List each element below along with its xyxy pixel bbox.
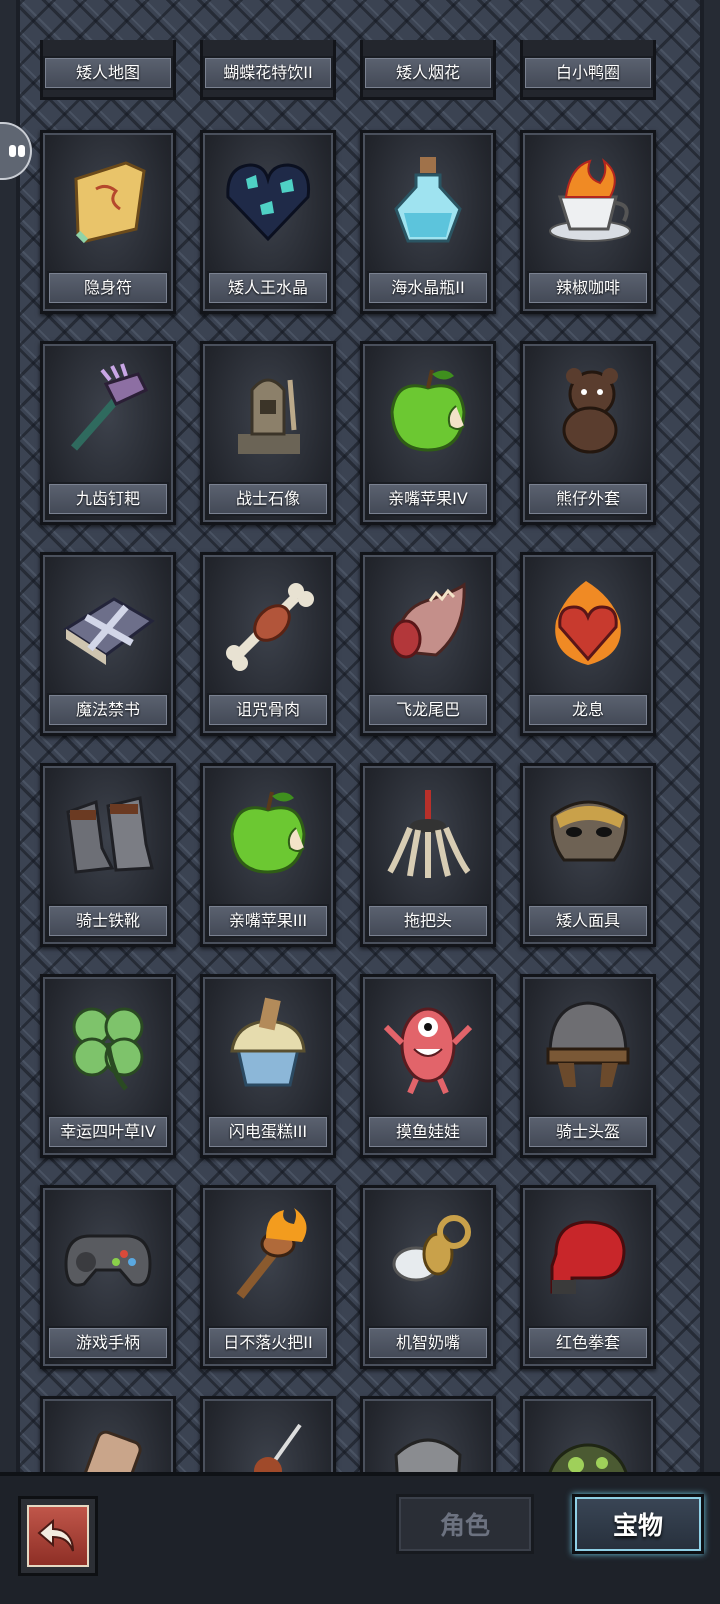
green-orb-icon (534, 1413, 642, 1472)
treasure-card[interactable] (40, 1396, 176, 1472)
treasure-label: 矮人王水晶 (207, 271, 329, 305)
treasure-card[interactable] (200, 1396, 336, 1472)
treasure-grid: 矮人地图 蝴蝶花特饮II 矮人烟花 白小鸭圈 隐身符 矮人王水晶 海水晶瓶II 辣椒咖啡九齿… (16, 0, 704, 1472)
treasure-label: 拖把头 (367, 904, 489, 938)
treasure-label: 战士石像 (207, 482, 329, 516)
treasure-card[interactable]: 战士石像 (200, 341, 336, 525)
treasure-card[interactable]: 机智奶嘴 (360, 1185, 496, 1369)
back-arrow-icon (27, 1505, 89, 1567)
treasure-card[interactable]: 亲嘴苹果III (200, 763, 336, 947)
treasure-label: 亲嘴苹果III (207, 904, 329, 938)
treasure-card[interactable]: 熊仔外套 (520, 341, 656, 525)
coffee-cup-icon (534, 147, 642, 255)
treasure-card[interactable]: 矮人王水晶 (200, 130, 336, 314)
treasure-card[interactable]: 摸鱼娃娃 (360, 974, 496, 1158)
teddy-bear-icon (534, 358, 642, 466)
treasure-card[interactable]: 日不落火把II (200, 1185, 336, 1369)
scroll-icon (54, 147, 162, 255)
treasure-card[interactable]: 骑士头盔 (520, 974, 656, 1158)
treasure-label: 隐身符 (47, 271, 169, 305)
rake-icon (54, 358, 162, 466)
treasure-card[interactable]: 诅咒骨肉 (200, 552, 336, 736)
treasure-card[interactable] (520, 1396, 656, 1472)
pink-doll-icon (374, 991, 482, 1099)
treasure-label: 机智奶嘴 (367, 1326, 489, 1360)
treasure-card[interactable]: 隐身符 (40, 130, 176, 314)
treasure-card[interactable]: 拖把头 (360, 763, 496, 947)
toggle-dot (18, 145, 25, 157)
treasure-label: 游戏手柄 (47, 1326, 169, 1360)
grid-scroll-area[interactable]: 矮人地图 蝴蝶花特饮II 矮人烟花 白小鸭圈 隐身符 矮人王水晶 海水晶瓶II 辣椒咖啡九齿… (20, 0, 700, 1472)
treasure-card[interactable]: 魔法禁书 (40, 552, 176, 736)
green-apple-icon (214, 780, 322, 888)
cupcake-icon (214, 991, 322, 1099)
treasure-label: 九齿钉耙 (47, 482, 169, 516)
treasure-label: 闪电蛋糕III (207, 1115, 329, 1149)
treasure-label: 海水晶瓶II (367, 271, 489, 305)
boxing-glove-icon (534, 1202, 642, 1310)
treasure-card[interactable]: 亲嘴苹果IV (360, 341, 496, 525)
treasure-card[interactable]: 幸运四叶草IV (40, 974, 176, 1158)
clover-icon (54, 991, 162, 1099)
treasure-label: 飞龙尾巴 (367, 693, 489, 727)
tab-treasure[interactable]: 宝物 (572, 1494, 704, 1554)
mask-icon (534, 780, 642, 888)
treasure-label: 骑士头盔 (527, 1115, 649, 1149)
treasure-label: 矮人烟花 (363, 56, 493, 90)
treasure-label: 红色拳套 (527, 1326, 649, 1360)
treasure-card[interactable]: 游戏手柄 (40, 1185, 176, 1369)
treasure-label: 白小鸭圈 (523, 56, 653, 90)
treasure-card[interactable]: 闪电蛋糕III (200, 974, 336, 1158)
skewer-icon (214, 1413, 322, 1472)
treasure-label: 幸运四叶草IV (47, 1115, 169, 1149)
treasure-label: 日不落火把II (207, 1326, 329, 1360)
treasure-card[interactable] (360, 1396, 496, 1472)
treasure-card[interactable]: 矮人面具 (520, 763, 656, 947)
flaming-heart-icon (534, 569, 642, 677)
warrior-statue-icon (214, 358, 322, 466)
crystal-heart-icon (214, 147, 322, 255)
potion-bottle-icon (374, 147, 482, 255)
iron-boots-icon (54, 780, 162, 888)
treasure-label: 诅咒骨肉 (207, 693, 329, 727)
mop-head-icon (374, 780, 482, 888)
treasure-label: 熊仔外套 (527, 482, 649, 516)
gamepad-icon (54, 1202, 162, 1310)
treasure-card[interactable]: 辣椒咖啡 (520, 130, 656, 314)
pacifier-icon (374, 1202, 482, 1310)
toggle-dot (9, 145, 16, 157)
back-button[interactable] (18, 1496, 98, 1576)
tab-role[interactable]: 角色 (396, 1494, 534, 1554)
treasure-label: 摸鱼娃娃 (367, 1115, 489, 1149)
treasure-card[interactable]: 九齿钉耙 (40, 341, 176, 525)
treasure-label: 蝴蝶花特饮II (203, 56, 333, 90)
treasure-label: 矮人地图 (43, 56, 173, 90)
treasure-label: 骑士铁靴 (47, 904, 169, 938)
torch-icon (214, 1202, 322, 1310)
treasure-label: 魔法禁书 (47, 693, 169, 727)
treasure-label: 辣椒咖啡 (527, 271, 649, 305)
green-apple-icon (374, 358, 482, 466)
armor-icon (374, 1413, 482, 1472)
bottle-icon (54, 1413, 162, 1472)
treasure-card[interactable]: 海水晶瓶II (360, 130, 496, 314)
treasure-card[interactable]: 骑士铁靴 (40, 763, 176, 947)
bone-meat-icon (214, 569, 322, 677)
bottom-bar: 角色 宝物 (0, 1472, 720, 1604)
treasure-card[interactable]: 龙息 (520, 552, 656, 736)
treasure-label: 矮人面具 (527, 904, 649, 938)
dragon-tail-icon (374, 569, 482, 677)
treasure-label: 龙息 (527, 693, 649, 727)
spell-book-icon (54, 569, 162, 677)
helmet-icon (534, 991, 642, 1099)
treasure-card[interactable]: 飞龙尾巴 (360, 552, 496, 736)
treasure-label: 亲嘴苹果IV (367, 482, 489, 516)
treasure-card[interactable]: 红色拳套 (520, 1185, 656, 1369)
